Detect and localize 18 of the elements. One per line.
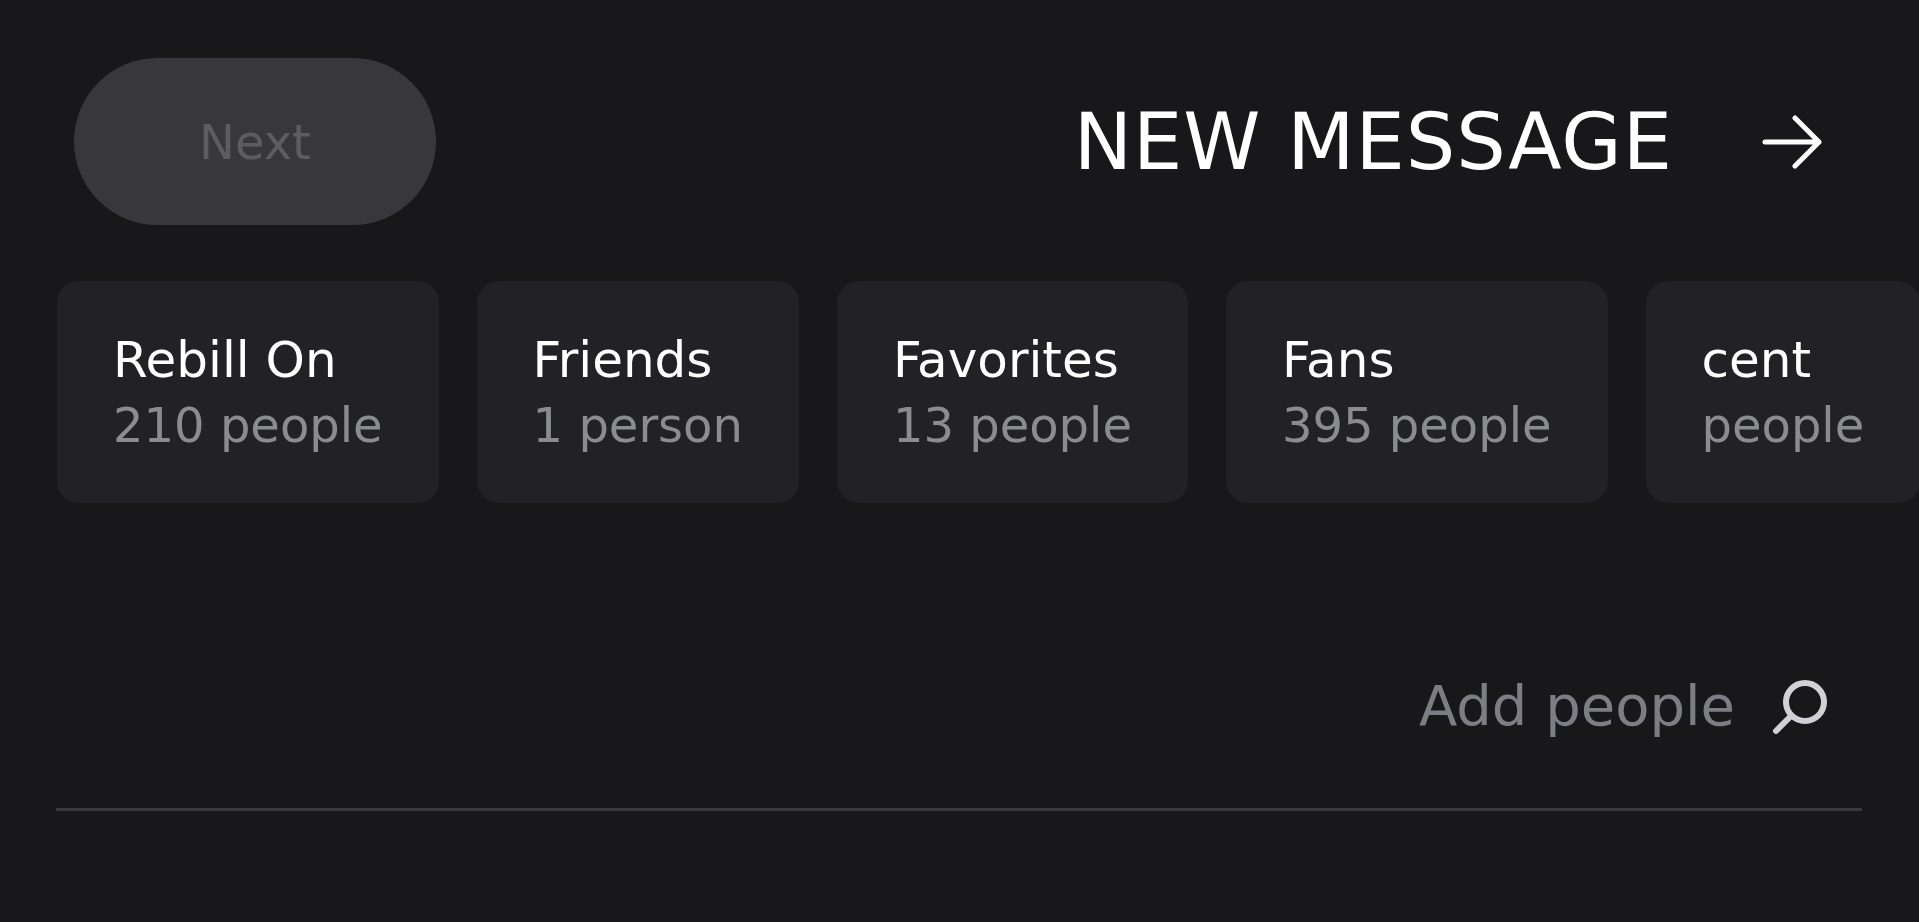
list-count: 13 people (892, 397, 1132, 453)
list-name: Friends (532, 331, 714, 389)
list-card[interactable]: Friends 1 person (476, 281, 799, 503)
list-count: people (1701, 397, 1865, 453)
list-name: cent (1701, 331, 1813, 389)
list-card[interactable]: Fans 395 people (1225, 281, 1608, 503)
list-name: Fans (1281, 331, 1396, 389)
list-name: Favorites (892, 331, 1120, 389)
list-card[interactable]: Favorites 13 people (836, 281, 1188, 503)
list-card[interactable]: cent people (1645, 281, 1919, 503)
list-count: 395 people (1281, 397, 1552, 453)
page-title: NEW MESSAGE (1073, 96, 1673, 187)
list-name: Rebill On (113, 331, 338, 389)
list-count: 1 person (532, 397, 743, 453)
arrow-icon[interactable] (1761, 114, 1825, 169)
list-card[interactable]: Rebill On 210 people (57, 281, 439, 503)
list-count: 210 people (113, 397, 383, 453)
search-field[interactable]: Add people (1405, 673, 1735, 738)
